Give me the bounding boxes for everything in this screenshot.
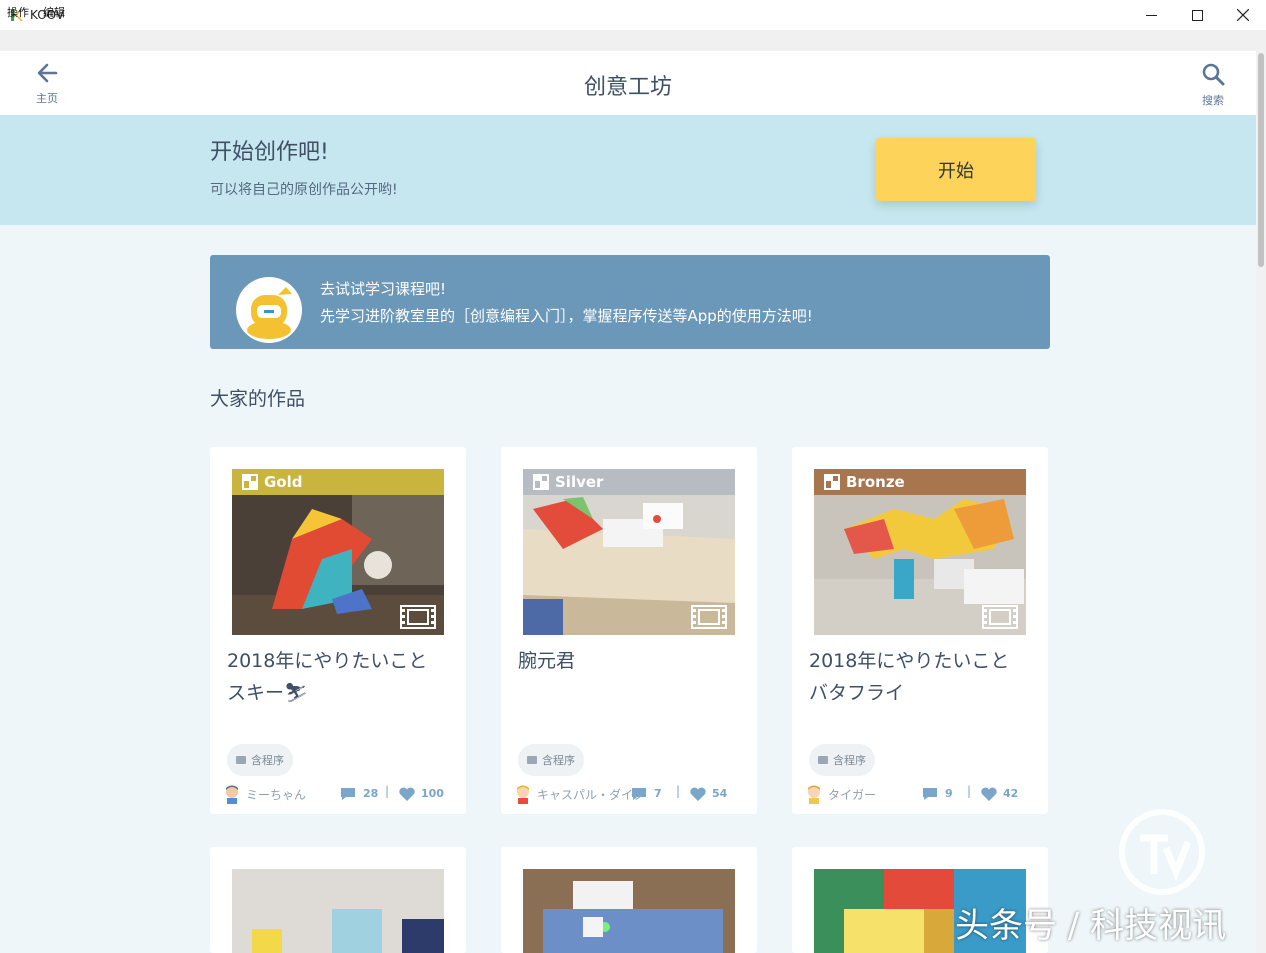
work-card[interactable]: Gold 2018年にやりたいことスキー⛷ 含程序 ミーちゃん 28 | 100 [210,447,466,814]
maximize-icon [1191,9,1203,21]
comment-icon [632,788,646,800]
program-tag: 含程序 [809,744,875,776]
silver-medal-badge: Silver [523,469,735,495]
film-icon [982,605,1018,629]
work-card[interactable]: Bronze 2018年にやりたいこと バタフライ 含程序 タイガー 9 | 4… [792,447,1048,814]
search-icon [1202,63,1225,86]
like-count: 100 [421,787,444,800]
comment-count: 7 [654,787,662,800]
menu-operate[interactable]: 操作 [7,4,29,20]
search-button[interactable]: 搜索 [1194,62,1232,107]
menu-edit[interactable]: 编辑 [43,4,65,20]
lesson-description: 先学习进阶教室里的［创意编程入门］，掌握程序传送等App的使用方法吧! [320,307,813,325]
minimize-icon [1145,14,1157,16]
work-thumbnail: Bronze [814,469,1026,635]
heart-icon[interactable] [980,787,998,802]
film-icon [691,605,727,629]
close-button[interactable] [1220,0,1266,30]
work-meta: タイガー 9 | 42 [804,784,1036,804]
page-title: 创意工坊 [583,75,672,100]
block-icon [242,474,258,490]
medal-label: Gold [264,473,303,491]
search-label: 搜索 [1202,94,1224,107]
like-count: 54 [712,787,728,800]
divider: | [676,784,681,798]
banner-subtitle: 可以将自己的原创作品公开哟! [210,182,398,198]
lesson-promo-card[interactable] [210,255,1050,349]
user-avatar-icon [226,785,238,804]
heart-icon[interactable] [689,787,707,802]
medal-label: Bronze [846,473,905,491]
divider: | [385,784,390,798]
work-card[interactable]: Silver 腕元君 含程序 キャスパル・ダイクン 7 | 54 [501,447,757,814]
like-count: 42 [1003,787,1019,800]
heart-icon[interactable] [398,787,416,802]
divider: | [967,784,972,798]
window-titlebar [0,0,1266,30]
program-icon [818,756,828,764]
section-title: 大家的作品 [210,388,306,410]
block-icon [824,474,840,490]
gold-medal-badge: Gold [232,469,444,495]
user-name[interactable]: キャスパル・ダイクン [537,786,642,803]
tag-label: 含程序 [833,754,866,767]
menu-bar [0,30,1266,52]
user-name[interactable]: タイガー [828,786,933,803]
close-icon [1237,9,1249,21]
block-icon [533,474,549,490]
tag-label: 含程序 [251,754,284,767]
start-button[interactable]: 开始 [876,138,1036,201]
comment-count: 9 [945,787,953,800]
work-meta: キャスパル・ダイクン 7 | 54 [513,784,745,804]
comment-icon [923,788,937,800]
work-title: 腕元君 [518,650,576,672]
maximize-button[interactable] [1174,0,1220,30]
program-icon [236,756,246,764]
work-meta: ミーちゃん 28 | 100 [222,784,454,804]
user-name[interactable]: ミーちゃん [246,786,351,803]
comment-icon [341,788,355,800]
banner-title: 开始创作吧! [210,140,329,165]
tag-label: 含程序 [542,754,575,767]
comment-count: 28 [363,787,379,800]
create-banner [0,115,1256,225]
film-icon [400,605,436,629]
watermark-logo-icon [1119,809,1205,895]
lesson-heading: 去试试学习课程吧! [320,280,447,298]
medal-label: Silver [555,473,604,491]
scrollbar-thumb[interactable] [1258,53,1264,267]
watermark-text: 头条号 / 科技视讯 [955,906,1227,946]
work-title: 2018年にやりたいことスキー⛷ [227,650,428,704]
work-card[interactable] [501,847,757,953]
work-card[interactable] [210,847,466,953]
work-thumbnail [523,869,735,953]
work-thumbnail: Silver [523,469,735,635]
robot-mascot-icon [236,277,302,343]
work-title: 2018年にやりたいこと バタフライ [809,650,1029,704]
program-tag: 含程序 [227,744,293,776]
work-thumbnail [232,869,444,953]
minimize-button[interactable] [1128,0,1174,30]
program-icon [527,756,537,764]
user-avatar-icon [808,785,820,804]
user-avatar-icon [517,785,529,804]
work-thumbnail: Gold [232,469,444,635]
program-tag: 含程序 [518,744,584,776]
bronze-medal-badge: Bronze [814,469,1026,495]
